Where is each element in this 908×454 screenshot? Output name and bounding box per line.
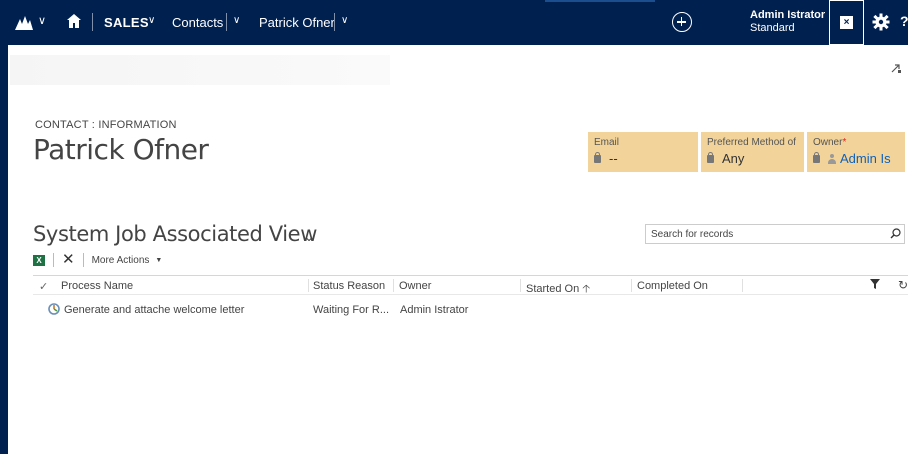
top-accent xyxy=(545,0,655,2)
column-header-started-on[interactable]: Started On 🡡 xyxy=(526,280,590,299)
column-header-status-reason[interactable]: Status Reason xyxy=(313,280,385,292)
column-divider xyxy=(308,279,309,292)
field-label: Preferred Method of xyxy=(707,137,796,148)
search-input[interactable]: Search for records xyxy=(645,224,905,244)
app-logo-icon[interactable] xyxy=(14,13,34,31)
command-bar xyxy=(10,55,390,85)
excel-button[interactable]: × xyxy=(829,0,864,45)
export-excel-icon[interactable]: X xyxy=(33,254,45,266)
search-icon[interactable] xyxy=(890,228,901,239)
chevron-down-icon[interactable]: ⌄ xyxy=(304,230,314,244)
nav-record[interactable]: Patrick Ofner xyxy=(259,15,335,30)
lock-icon xyxy=(707,151,714,163)
user-name: Admin Istrator xyxy=(750,9,826,21)
chevron-down-icon[interactable]: ∨ xyxy=(148,15,155,26)
header-field-email[interactable]: Email -- xyxy=(588,132,698,172)
select-all-checkbox[interactable]: ✓ xyxy=(39,280,48,293)
owner-link[interactable]: Admin Is xyxy=(840,151,891,166)
view-title[interactable]: System Job Associated View xyxy=(33,222,317,246)
table-row[interactable]: Generate and attache welcome letter Wait… xyxy=(33,298,908,320)
column-header-completed-on[interactable]: Completed On xyxy=(637,280,708,292)
divider xyxy=(226,13,227,31)
refresh-icon[interactable]: ↻ xyxy=(898,278,908,292)
delete-icon[interactable]: ✕ xyxy=(62,252,75,267)
column-header-process-name[interactable]: Process Name xyxy=(61,280,133,292)
entity-form-label: CONTACT : INFORMATION xyxy=(35,119,177,131)
divider xyxy=(82,253,84,267)
grid-header: ✓ Process Name Status Reason Owner Start… xyxy=(33,275,908,295)
field-label: Email xyxy=(594,137,620,148)
nav-sales[interactable]: SALES xyxy=(104,15,149,30)
gear-icon[interactable] xyxy=(872,13,890,31)
user-role: Standard xyxy=(750,22,795,34)
user-info[interactable]: Admin Istrator Standard xyxy=(750,9,825,35)
divider xyxy=(92,13,93,31)
column-header-owner[interactable]: Owner xyxy=(399,280,431,292)
header-fields: Email -- Preferred Method of Any Owner* … xyxy=(588,132,905,172)
excel-icon: × xyxy=(840,16,853,29)
cell-owner[interactable]: Admin Istrator xyxy=(400,304,468,316)
chevron-down-icon[interactable]: ∨ xyxy=(341,15,348,26)
field-value: Any xyxy=(722,151,745,166)
cell-process-name[interactable]: Generate and attache welcome letter xyxy=(64,304,244,316)
chevron-down-icon[interactable]: ∨ xyxy=(38,14,46,27)
person-icon xyxy=(828,153,836,164)
process-icon xyxy=(48,303,60,315)
field-value: -- xyxy=(609,151,618,166)
field-label: Owner* xyxy=(813,137,847,148)
chevron-down-icon: ▼ xyxy=(155,256,163,264)
page-title: Patrick Ofner xyxy=(33,133,209,166)
plus-circle-icon[interactable] xyxy=(672,12,692,32)
column-divider xyxy=(742,279,743,292)
lock-icon xyxy=(594,151,601,163)
left-edge xyxy=(0,0,8,454)
column-divider xyxy=(631,279,632,292)
lock-icon xyxy=(813,151,820,163)
home-icon[interactable] xyxy=(66,12,82,30)
required-marker: * xyxy=(842,137,847,148)
column-divider xyxy=(520,279,521,292)
top-nav-bar: ∨ SALES ∨ Contacts ∨ Patrick Ofner ∨ Adm… xyxy=(0,0,908,45)
header-field-preferred-method[interactable]: Preferred Method of Any xyxy=(701,132,804,172)
grid-toolbar: X ✕ More Actions ▼ xyxy=(33,250,162,270)
chevron-down-icon[interactable]: ∨ xyxy=(233,15,240,26)
popout-icon[interactable] xyxy=(890,62,902,74)
header-field-owner[interactable]: Owner* Admin Is xyxy=(807,132,905,172)
more-actions-button[interactable]: More Actions ▼ xyxy=(92,255,163,266)
more-actions-label: More Actions xyxy=(91,254,150,266)
column-divider xyxy=(393,279,394,292)
sort-up-icon: 🡡 xyxy=(582,283,591,295)
nav-contacts[interactable]: Contacts xyxy=(172,15,223,30)
cell-status-reason: Waiting For R... xyxy=(313,304,389,316)
filter-icon[interactable] xyxy=(870,279,880,289)
divider xyxy=(334,13,335,31)
help-icon[interactable]: ? xyxy=(900,13,908,29)
divider xyxy=(53,253,54,267)
